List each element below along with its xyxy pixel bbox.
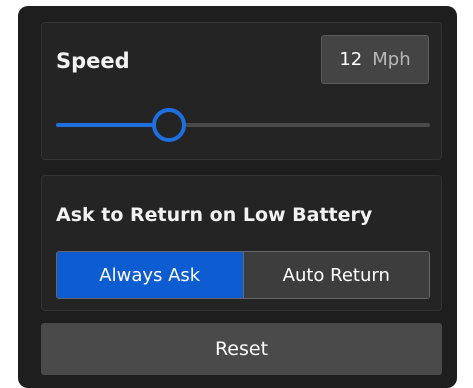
reset-button[interactable]: Reset xyxy=(41,323,442,375)
speed-unit: Mph xyxy=(372,49,411,70)
speed-card: Speed 12 Mph xyxy=(41,22,442,160)
speed-slider-thumb[interactable] xyxy=(152,108,187,142)
speed-title: Speed xyxy=(56,49,130,73)
low-battery-title: Ask to Return on Low Battery xyxy=(56,204,373,226)
low-battery-card: Ask to Return on Low Battery Always Ask … xyxy=(41,175,442,311)
speed-slider[interactable] xyxy=(56,105,430,145)
auto-return-option[interactable]: Auto Return xyxy=(242,252,429,298)
return-mode-toggle[interactable]: Always Ask Auto Return xyxy=(56,251,430,299)
speed-value-field[interactable]: 12 Mph xyxy=(321,35,429,84)
always-ask-option[interactable]: Always Ask xyxy=(57,252,243,298)
speed-value: 12 xyxy=(339,49,363,70)
